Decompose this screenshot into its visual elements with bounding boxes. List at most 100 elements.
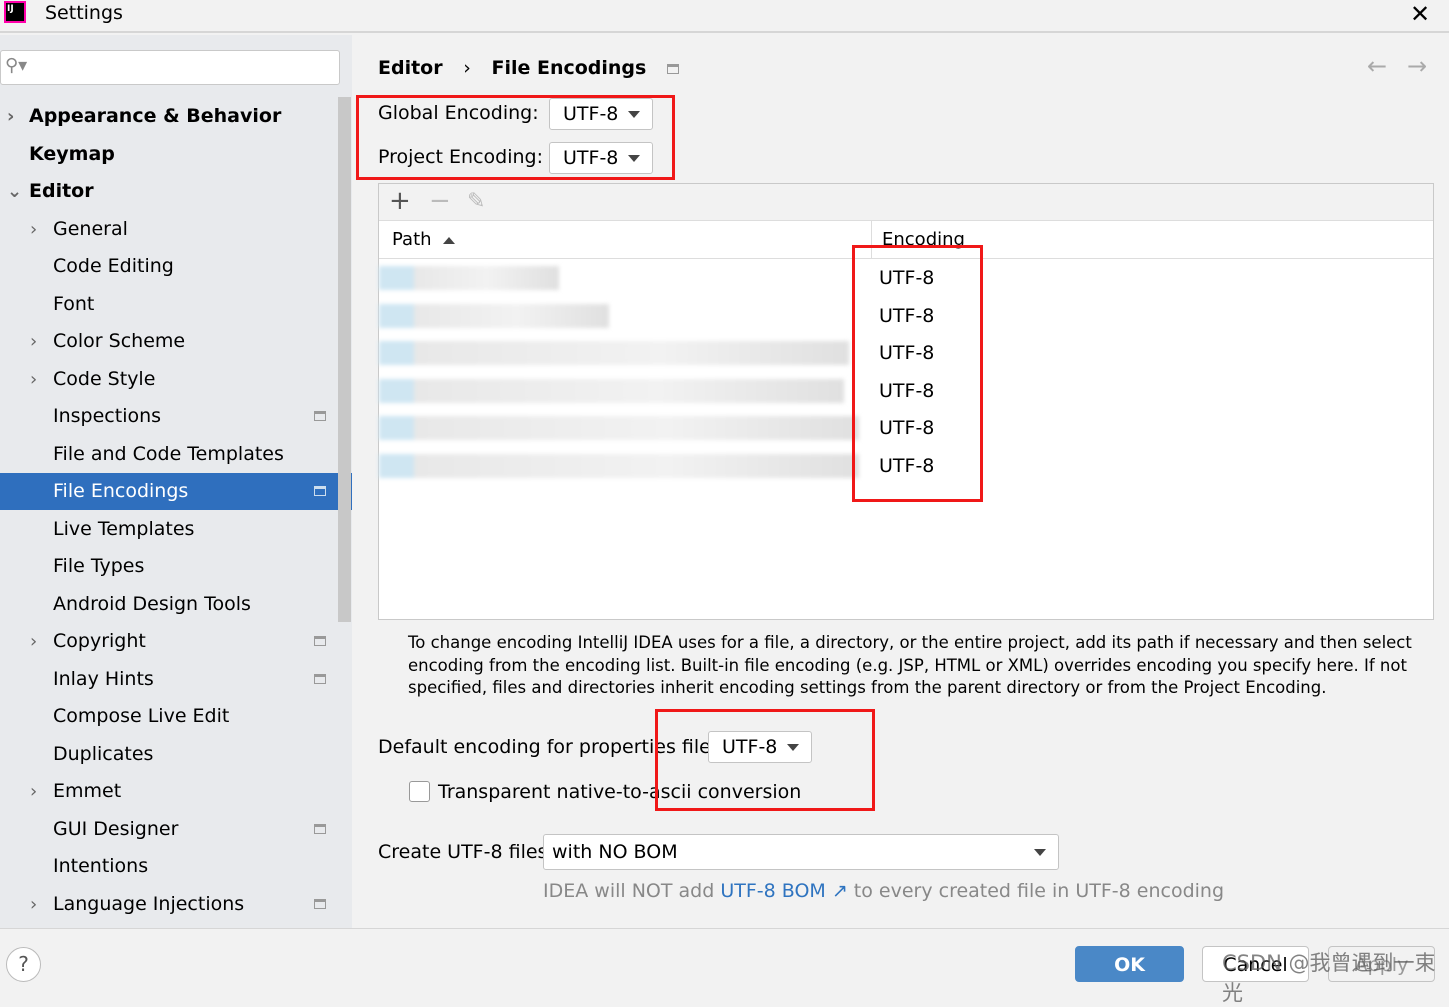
sidebar-item-android-design-tools[interactable]: Android Design Tools: [0, 586, 352, 623]
sort-ascending-icon: [443, 237, 455, 244]
project-scope-icon: [314, 898, 326, 909]
hint-post: to every created file in UTF-8 encoding: [847, 880, 1225, 902]
watermark: CSDN @我曾遇到一束光: [1222, 951, 1436, 1005]
breadcrumb: Editor › File Encodings: [378, 57, 693, 79]
highlight-box: [655, 709, 875, 811]
remove-icon[interactable]: −: [429, 186, 451, 216]
sidebar-item-compose-live-edit[interactable]: Compose Live Edit: [0, 698, 352, 735]
create-utf8-dropdown[interactable]: with NO BOM: [543, 834, 1059, 870]
path-cell-blurred: [379, 416, 859, 440]
sidebar-item-label: File Types: [53, 555, 145, 577]
chevron-right-icon[interactable]: ›: [30, 773, 37, 810]
breadcrumb-separator: ›: [463, 57, 471, 79]
path-cell-blurred: [379, 303, 609, 328]
project-scope-icon: [314, 823, 326, 834]
sidebar-item-language-injections[interactable]: › Language Injections: [0, 886, 352, 923]
sidebar-item-general[interactable]: › General: [0, 211, 352, 248]
sidebar-item-live-templates[interactable]: Live Templates: [0, 511, 352, 548]
table-toolbar: + − ✎: [379, 184, 1433, 221]
sidebar-item-label: Font: [53, 292, 95, 315]
sidebar-item-file-types[interactable]: File Types: [0, 548, 352, 585]
sidebar-scrollbar[interactable]: [338, 97, 351, 622]
sidebar-item-inlay-hints[interactable]: Inlay Hints: [0, 661, 352, 698]
chevron-right-icon[interactable]: ›: [7, 98, 14, 135]
sidebar-item-label: Duplicates: [53, 742, 154, 765]
sidebar-item-label: Intentions: [53, 855, 149, 877]
highlight-box: [356, 95, 675, 180]
path-cell-blurred: [379, 378, 844, 403]
column-header-path[interactable]: Path: [392, 229, 432, 250]
sidebar-item-appearance-behavior[interactable]: › Appearance & Behavior: [0, 98, 352, 135]
add-icon[interactable]: +: [389, 186, 411, 216]
sidebar-item-font[interactable]: Font: [0, 286, 352, 323]
sidebar-item-code-style[interactable]: › Code Style: [0, 361, 352, 398]
sidebar-item-label: Appearance & Behavior: [29, 105, 282, 127]
highlight-box: [852, 245, 983, 502]
sidebar-item-label: Emmet: [53, 780, 122, 802]
edit-icon[interactable]: ✎: [467, 189, 485, 214]
sidebar-item-label: File Encodings: [53, 480, 189, 502]
sidebar-item-color-scheme[interactable]: › Color Scheme: [0, 323, 352, 360]
breadcrumb-current: File Encodings: [491, 57, 647, 79]
search-icon: ⚲▾: [5, 55, 28, 76]
create-utf8-label: Create UTF-8 files:: [378, 841, 554, 863]
sidebar-item-label: Copyright: [53, 630, 146, 652]
sidebar-item-label: Compose Live Edit: [53, 705, 230, 727]
forward-arrow-icon[interactable]: →: [1407, 52, 1427, 80]
sidebar-item-code-editing[interactable]: Code Editing: [0, 248, 352, 285]
project-scope-icon: [314, 636, 326, 646]
sidebar-item-label: GUI Designer: [53, 817, 179, 840]
sidebar-item-inspections[interactable]: Inspections: [0, 398, 352, 435]
sidebar-item-label: Color Scheme: [53, 330, 186, 352]
breadcrumb-editor[interactable]: Editor: [378, 57, 443, 79]
sidebar-item-label: Code Style: [53, 367, 156, 390]
hint-pre: IDEA will NOT add: [543, 880, 721, 902]
project-scope-icon: [314, 411, 326, 421]
project-scope-icon: [314, 673, 326, 684]
sidebar-item-label: File and Code Templates: [53, 442, 284, 465]
sidebar-item-editor[interactable]: ⌄ Editor: [0, 173, 352, 210]
chevron-right-icon[interactable]: ›: [30, 623, 37, 660]
sidebar-item-intentions[interactable]: Intentions: [0, 848, 352, 885]
sidebar-item-keymap[interactable]: Keymap: [0, 136, 352, 173]
chevron-right-icon[interactable]: ›: [30, 211, 37, 248]
path-cell-blurred: [379, 266, 559, 290]
chevron-right-icon[interactable]: ›: [30, 886, 37, 923]
utf8-bom-link[interactable]: UTF-8 BOM ↗: [720, 880, 847, 902]
chevron-right-icon[interactable]: ›: [30, 323, 37, 360]
sidebar-item-label: Inspections: [53, 405, 162, 427]
sidebar-item-label: Keymap: [29, 142, 115, 165]
sidebar-item-copyright[interactable]: › Copyright: [0, 623, 352, 660]
sidebar-item-file-and-code-templates[interactable]: File and Code Templates: [0, 436, 352, 473]
sidebar-item-emmet[interactable]: › Emmet: [0, 773, 352, 810]
intellij-logo-icon: IJ: [4, 1, 26, 23]
search-input[interactable]: ⚲▾: [0, 50, 340, 85]
path-cell-blurred: [379, 341, 849, 365]
sidebar-item-file-encodings[interactable]: File Encodings: [0, 473, 352, 510]
sidebar-item-label: Android Design Tools: [53, 592, 251, 615]
sidebar-item-label: General: [53, 217, 128, 240]
sidebar-item-label: Live Templates: [53, 517, 195, 540]
sidebar-item-label: Language Injections: [53, 892, 245, 915]
title-bar: IJ Settings ✕: [0, 0, 1449, 33]
window-title: Settings: [45, 2, 123, 24]
close-icon[interactable]: ✕: [1410, 0, 1430, 28]
chevron-down-icon[interactable]: ⌄: [7, 173, 22, 210]
sidebar-item-label: Inlay Hints: [53, 667, 154, 690]
ok-button[interactable]: OK: [1075, 946, 1184, 982]
sidebar-item-gui-designer[interactable]: GUI Designer: [0, 811, 352, 848]
bom-hint: IDEA will NOT add UTF-8 BOM ↗ to every c…: [543, 880, 1224, 902]
project-scope-icon: [314, 486, 326, 496]
chevron-down-icon: [1034, 849, 1046, 856]
help-button[interactable]: ?: [6, 947, 41, 982]
help-text: To change encoding IntelliJ IDEA uses fo…: [408, 633, 1412, 697]
chevron-right-icon[interactable]: ›: [30, 361, 37, 398]
sidebar-item-duplicates[interactable]: Duplicates: [0, 736, 352, 773]
sidebar-item-label: Editor: [29, 180, 94, 202]
create-utf8-value: with NO BOM: [552, 841, 678, 863]
project-scope-icon: [666, 64, 679, 74]
native-ascii-checkbox[interactable]: [409, 781, 430, 802]
path-cell-blurred: [379, 453, 859, 478]
sidebar-item-label: Code Editing: [53, 255, 174, 277]
back-arrow-icon[interactable]: ←: [1367, 52, 1387, 80]
